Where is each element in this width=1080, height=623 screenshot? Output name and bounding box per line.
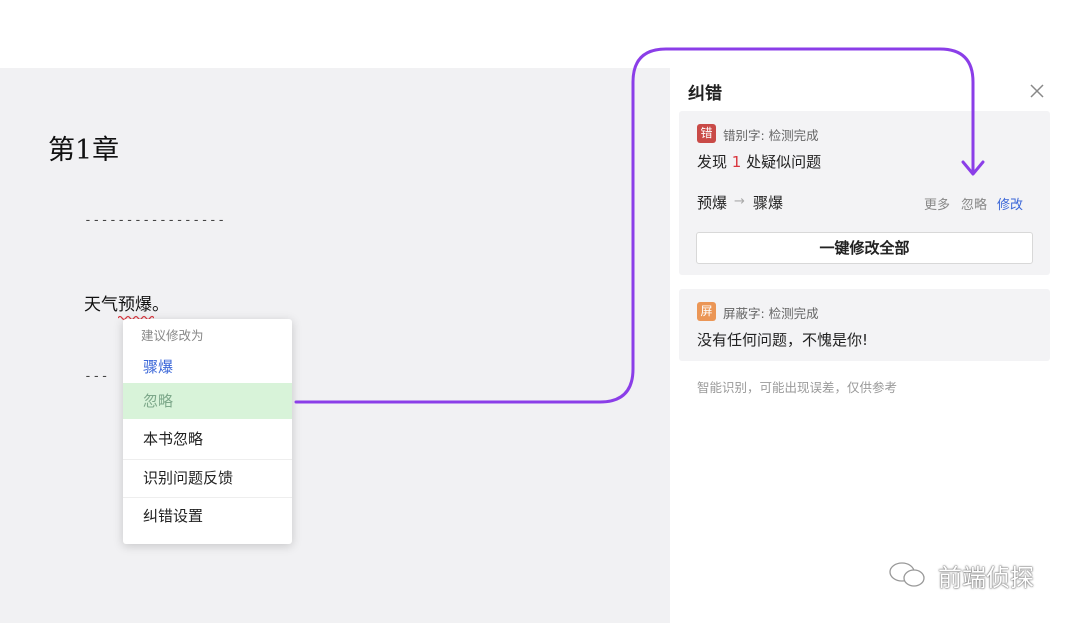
watermark-text: 前端侦探 (938, 564, 1034, 592)
annotation-connector (294, 47, 985, 404)
wechat-icon (889, 562, 925, 587)
